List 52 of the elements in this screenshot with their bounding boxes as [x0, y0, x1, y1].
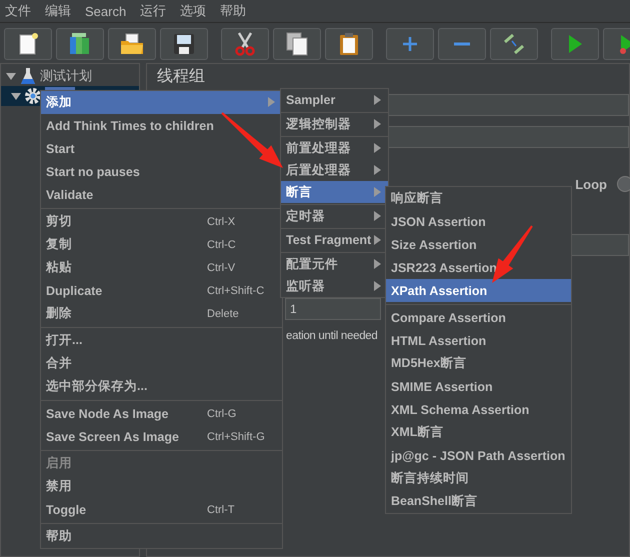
menu-item[interactable]: 添加: [41, 91, 282, 114]
menu-item[interactable]: 打开...: [41, 329, 282, 352]
menu-item[interactable]: 响应断言: [386, 187, 571, 210]
menu-item[interactable]: XML Schema Assertion: [386, 398, 571, 421]
menu-item[interactable]: 配置元件: [281, 253, 388, 275]
menu-item[interactable]: 定时器: [281, 205, 388, 227]
menu-item[interactable]: 断言持续时间: [386, 467, 571, 490]
menu-item[interactable]: 选中部分保存为...: [41, 375, 282, 398]
loop-label: Loop: [575, 176, 607, 192]
menu-item[interactable]: Save Node As Image Ctrl-G: [41, 402, 282, 425]
panel-title: 线程组: [157, 67, 206, 87]
menu-item[interactable]: 逻辑控制器: [281, 113, 388, 135]
menu-item[interactable]: Validate: [41, 183, 282, 206]
menu-item[interactable]: 粘贴 Ctrl-V: [41, 256, 282, 279]
menu-item[interactable]: XML断言: [386, 421, 571, 444]
menu-bar-item[interactable]: 编辑: [45, 2, 71, 20]
menu-item[interactable]: 复制 Ctrl-C: [41, 233, 282, 256]
menu-item[interactable]: 剪切 Ctrl-X: [41, 210, 282, 233]
menu-item[interactable]: Save Screen As Image Ctrl+Shift-G: [41, 425, 282, 448]
menu-item[interactable]: Start no pauses: [41, 160, 282, 183]
menu-bar-item[interactable]: 文件: [5, 2, 31, 20]
menu-item[interactable]: jp@gc - JSON Path Assertion: [386, 444, 571, 467]
menu-item[interactable]: SMIME Assertion: [386, 375, 571, 398]
menu-item[interactable]: JSON Assertion: [386, 210, 571, 233]
menu-item[interactable]: 帮助: [41, 525, 282, 548]
menu-item[interactable]: 断言: [281, 181, 388, 203]
menu-item[interactable]: Compare Assertion: [386, 306, 571, 329]
menu-item[interactable]: HTML Assertion: [386, 329, 571, 352]
menu-item[interactable]: 监听器: [281, 275, 388, 297]
menu-bar-item[interactable]: Search: [85, 4, 126, 18]
menu-item[interactable]: BeanShell断言: [386, 490, 571, 513]
menu-bar-item[interactable]: 选项: [180, 2, 206, 20]
menu-item[interactable]: Sampler: [281, 89, 388, 111]
menu-item[interactable]: 删除 Delete: [41, 302, 282, 325]
menu-item[interactable]: Test Fragment: [281, 229, 388, 251]
menu-item[interactable]: Start: [41, 137, 282, 160]
menu-item[interactable]: XPath Assertion: [386, 279, 571, 302]
menu-item[interactable]: 合并: [41, 352, 282, 375]
menu-item[interactable]: Toggle Ctrl-T: [41, 498, 282, 521]
menu-item[interactable]: Size Assertion: [386, 233, 571, 256]
tree-item[interactable]: 测试计划: [40, 67, 92, 85]
menu-item[interactable]: 后置处理器: [281, 159, 388, 181]
menu-item[interactable]: JSR223 Assertion: [386, 256, 571, 279]
input-field[interactable]: 1: [285, 298, 381, 320]
menu-item[interactable]: 禁用: [41, 475, 282, 498]
menu-bar-item[interactable]: 帮助: [220, 2, 246, 20]
menu-item[interactable]: MD5Hex断言: [386, 352, 571, 375]
menu-bar-item[interactable]: 运行: [140, 2, 166, 20]
menu-item[interactable]: Duplicate Ctrl+Shift-C: [41, 279, 282, 302]
menu-item[interactable]: 前置处理器: [281, 137, 388, 159]
checkbox-label: eation until needed: [286, 330, 378, 342]
menu-item[interactable]: Add Think Times to children: [41, 114, 282, 137]
